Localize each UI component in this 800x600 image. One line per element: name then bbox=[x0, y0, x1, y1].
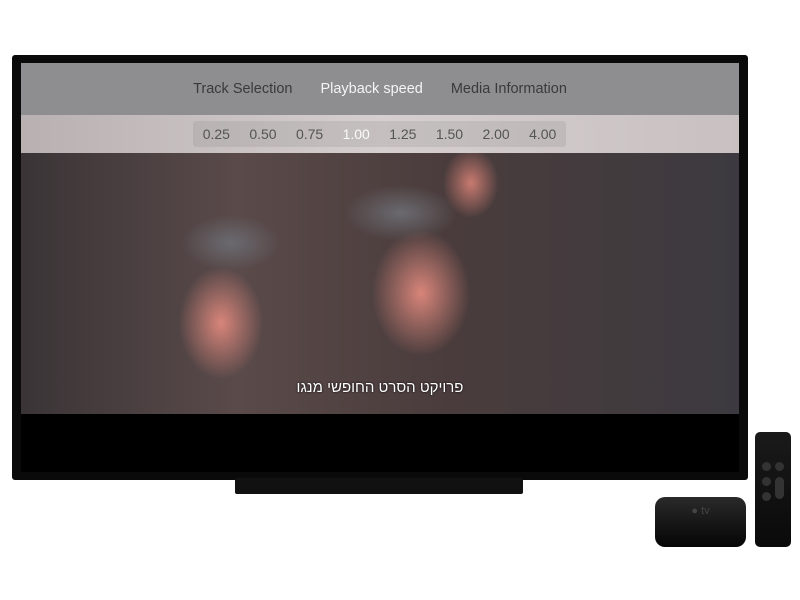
apple-icon: ● bbox=[691, 505, 699, 517]
tab-media-information[interactable]: Media Information bbox=[451, 81, 567, 97]
speed-options: 0.25 0.50 0.75 1.00 1.25 1.50 2.00 4.00 bbox=[193, 121, 566, 147]
speed-option[interactable]: 0.25 bbox=[203, 126, 230, 142]
tv-stand bbox=[235, 478, 523, 494]
speed-option-selected[interactable]: 1.00 bbox=[343, 126, 370, 142]
speed-option[interactable]: 1.25 bbox=[389, 126, 416, 142]
apple-tv-logo: ● tv bbox=[691, 505, 710, 517]
speed-option[interactable]: 0.75 bbox=[296, 126, 323, 142]
speed-option[interactable]: 4.00 bbox=[529, 126, 556, 142]
subtitle: פרויקט הסרט החופשי מנגו bbox=[296, 379, 464, 396]
play-pause-button-icon bbox=[762, 492, 771, 501]
home-button-icon bbox=[775, 462, 784, 471]
apple-tv-box: ● tv bbox=[655, 497, 746, 547]
tab-playback-speed[interactable]: Playback speed bbox=[320, 81, 422, 97]
mic-button-icon bbox=[762, 477, 771, 486]
volume-button-icon bbox=[775, 477, 784, 499]
speed-bar: 0.25 0.50 0.75 1.00 1.25 1.50 2.00 4.00 bbox=[21, 115, 739, 153]
tab-track-selection[interactable]: Track Selection bbox=[193, 81, 292, 97]
menu-button-icon bbox=[762, 462, 771, 471]
video-frame: פרויקט הסרט החופשי מנגו bbox=[21, 153, 739, 414]
top-menu: Track Selection Playback speed Media Inf… bbox=[21, 63, 739, 115]
speed-option[interactable]: 0.50 bbox=[249, 126, 276, 142]
remote-control bbox=[755, 432, 791, 547]
speed-option[interactable]: 2.00 bbox=[482, 126, 509, 142]
speed-option[interactable]: 1.50 bbox=[436, 126, 463, 142]
tv-screen: Track Selection Playback speed Media Inf… bbox=[21, 63, 739, 472]
